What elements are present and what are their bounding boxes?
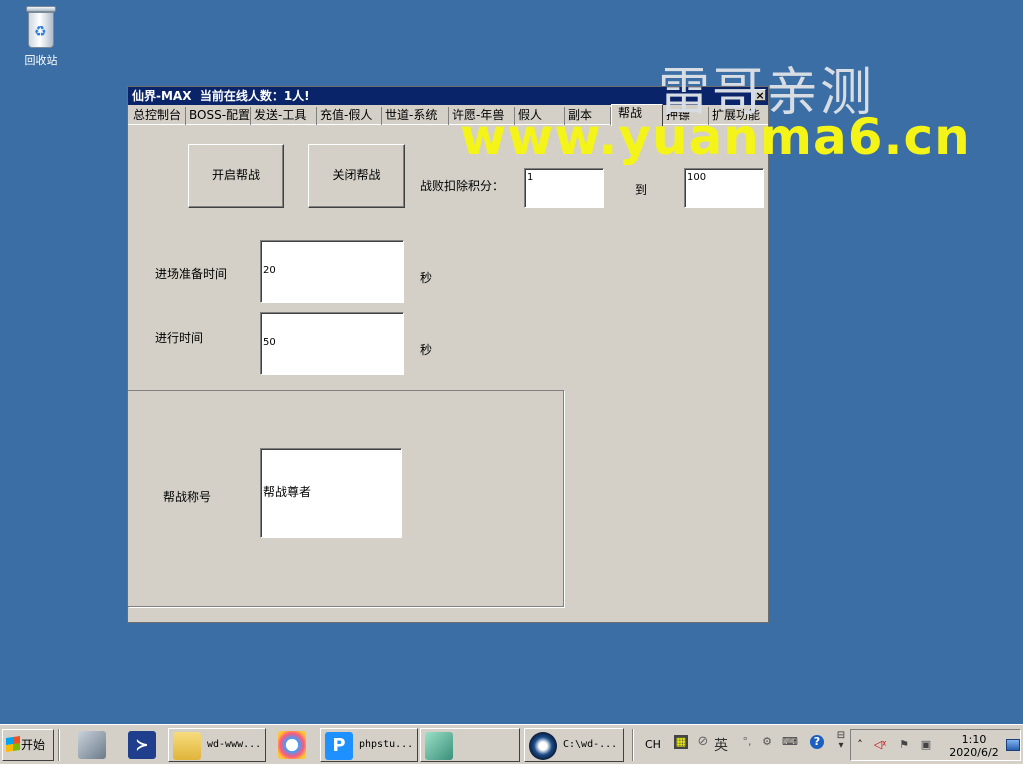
ime-keyboard-icon[interactable]: ▦	[674, 735, 688, 749]
deduct-min-field[interactable]: 1	[524, 168, 604, 208]
clock-time: 1:10	[961, 733, 987, 746]
deduct-points-label: 战败扣除积分：	[420, 179, 505, 193]
action-center-flag-icon[interactable]: ⚑	[897, 738, 911, 752]
taskbar-item-phpstudy-label: phpstu...	[359, 739, 414, 750]
run-time-label: 进行时间	[155, 331, 204, 345]
guild-title-field[interactable]: 帮战尊者	[260, 448, 402, 538]
baidu-netdisk-icon[interactable]	[278, 731, 306, 759]
prep-time-field[interactable]: 20	[260, 240, 404, 303]
powershell-icon[interactable]: ≻	[128, 731, 156, 759]
close-guild-war-button[interactable]: 关闭帮战	[308, 144, 405, 208]
taskbar-item-console-label: C:\wd-...	[563, 739, 618, 750]
network-icon[interactable]: ▣	[919, 738, 933, 752]
ime-mode-label[interactable]: 英	[714, 735, 728, 755]
recycle-bin-label: 回收站	[24, 54, 58, 67]
system-tray: ˄ ◁ᵡ ⚑ ▣ 1:10 2020/6/2	[850, 729, 1021, 761]
taskbar-item-folder-label: wd-www...	[207, 739, 262, 750]
taskbar-item-phpstudy[interactable]: P phpstu...	[320, 728, 418, 762]
tab-send-tools[interactable]: 发送-工具	[251, 107, 317, 125]
recycle-bin-shortcut[interactable]: ♻ 回收站	[16, 6, 66, 68]
clock-date: 2020/6/2	[949, 746, 999, 759]
taskbar-item-console[interactable]: C:\wd-...	[524, 728, 624, 762]
server-manager-icon[interactable]	[78, 731, 106, 759]
open-guild-war-button[interactable]: 开启帮战	[188, 144, 284, 208]
taskbar-separator	[632, 729, 634, 761]
guild-title-groupbox: 帮战称号 帮战尊者	[128, 390, 564, 607]
volume-muted-icon[interactable]: ◁ᵡ	[873, 738, 887, 752]
deduct-max-field[interactable]: 100	[684, 168, 764, 208]
clock[interactable]: 1:10 2020/6/2	[947, 733, 1001, 759]
show-hidden-icons-icon[interactable]: ˄	[853, 738, 867, 752]
start-button[interactable]: 开始	[2, 729, 54, 761]
console-app-icon	[529, 732, 557, 760]
show-desktop-icon[interactable]	[1006, 739, 1020, 751]
taskbar-item-app[interactable]	[420, 728, 520, 762]
prep-time-unit: 秒	[420, 271, 433, 285]
start-label: 开始	[21, 738, 46, 752]
run-time-field[interactable]: 50	[260, 312, 404, 375]
phpstudy-icon: P	[325, 732, 353, 760]
tab-recharge-bots[interactable]: 充值-假人	[317, 107, 382, 125]
prep-time-label: 进场准备时间	[155, 267, 228, 281]
taskbar-item-folder[interactable]: wd-www...	[168, 728, 266, 762]
watermark-url: www.yuanma6.cn	[460, 108, 971, 166]
tab-world-system[interactable]: 世道-系统	[382, 107, 449, 125]
language-indicator[interactable]: CH	[645, 738, 661, 751]
tab-console[interactable]: 总控制台	[130, 107, 186, 125]
windows-logo-icon	[6, 736, 20, 752]
range-to-label: 到	[635, 183, 648, 197]
taskbar-separator	[58, 729, 60, 761]
app-window: 仙界-MAX 当前在线人数：1人! × 总控制台 BOSS-配置 发送-工具 充…	[127, 86, 769, 623]
run-time-unit: 秒	[420, 343, 433, 357]
guild-title-label: 帮战称号	[163, 490, 212, 504]
soft-keyboard-icon[interactable]: ⌨	[782, 735, 798, 749]
tab-boss-config[interactable]: BOSS-配置	[186, 107, 251, 125]
ime-forbidden-icon[interactable]: ⊘	[696, 735, 710, 749]
ime-settings-icon[interactable]: ⚙	[760, 735, 774, 749]
taskbar: 开始 ≻ wd-www... P phpstu... C:\wd-... CH …	[0, 724, 1023, 764]
window-title: 仙界-MAX 当前在线人数：1人!	[132, 89, 310, 103]
help-icon[interactable]: ?	[810, 735, 824, 749]
folder-icon	[173, 732, 201, 760]
recycle-bin-icon: ♻	[24, 6, 58, 50]
app-icon	[425, 732, 453, 760]
punctuation-icon[interactable]: °,	[740, 735, 754, 749]
ime-options-icon[interactable]: ⊟ ▾	[834, 731, 848, 751]
